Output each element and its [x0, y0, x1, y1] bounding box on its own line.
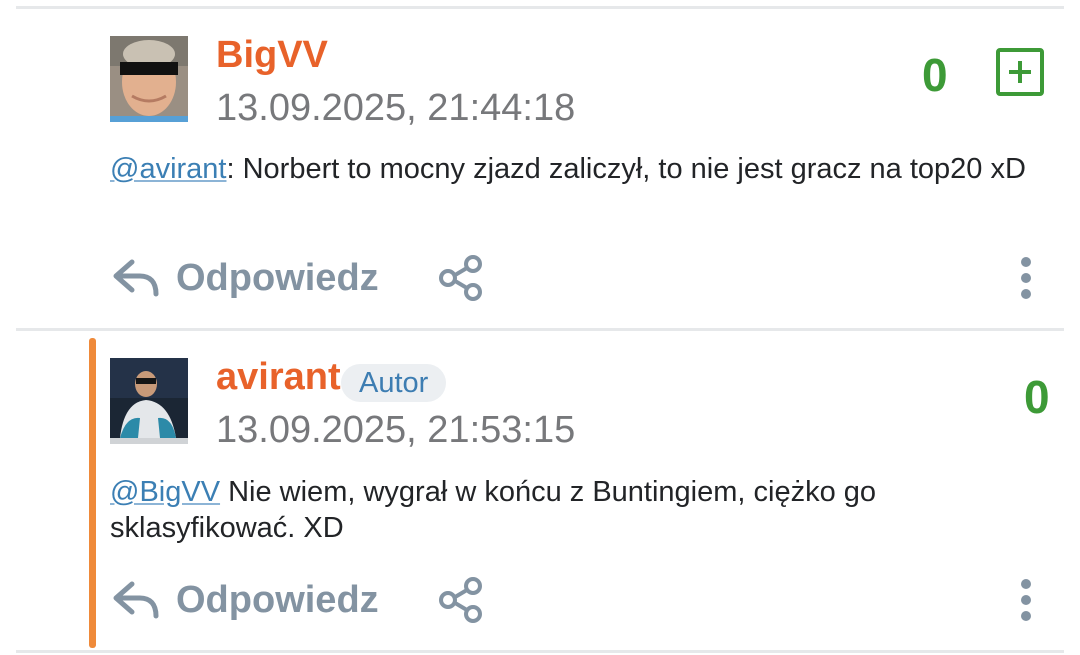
- top-divider: [16, 6, 1064, 9]
- comment-username[interactable]: avirant: [216, 355, 341, 399]
- comment-body: @avirant: Norbert to mocny zjazd zaliczy…: [110, 151, 1050, 187]
- comment-timestamp: 13.09.2025, 21:53:15: [216, 409, 576, 451]
- reply-label: Odpowiedz: [176, 257, 379, 299]
- author-badge: Autor: [341, 364, 447, 402]
- vote-score: 0: [1024, 371, 1050, 423]
- share-icon[interactable]: [436, 253, 486, 303]
- reply-label: Odpowiedz: [176, 579, 379, 621]
- mention-link[interactable]: @BigVV: [110, 476, 220, 508]
- reply-button[interactable]: Odpowiedz: [112, 578, 379, 622]
- comment-text: : Norbert to mocny zjazd zaliczył, to ni…: [226, 153, 1026, 185]
- vote-score: 0: [922, 49, 948, 101]
- upvote-button[interactable]: [996, 48, 1044, 96]
- comment-username[interactable]: BigVV: [216, 33, 328, 77]
- comment-timestamp: 13.09.2025, 21:44:18: [216, 87, 576, 129]
- mention-link[interactable]: @avirant: [110, 153, 226, 185]
- share-icon[interactable]: [436, 575, 486, 625]
- comment-text: Nie wiem, wygrał w końcu z Buntingiem, c…: [110, 476, 877, 544]
- reply-button[interactable]: Odpowiedz: [112, 256, 379, 300]
- bottom-divider: [16, 650, 1064, 653]
- author-accent-bar: [89, 338, 96, 648]
- reply-arrow-icon: [113, 581, 159, 619]
- avatar-avirant[interactable]: [110, 358, 188, 444]
- comment-divider: [16, 328, 1064, 331]
- avatar-bigvv[interactable]: [110, 36, 188, 122]
- more-vertical-icon[interactable]: [1016, 256, 1036, 300]
- more-vertical-icon[interactable]: [1016, 578, 1036, 622]
- reply-arrow-icon: [113, 259, 159, 297]
- comment-body: @BigVV Nie wiem, wygrał w końcu z Buntin…: [110, 474, 1050, 546]
